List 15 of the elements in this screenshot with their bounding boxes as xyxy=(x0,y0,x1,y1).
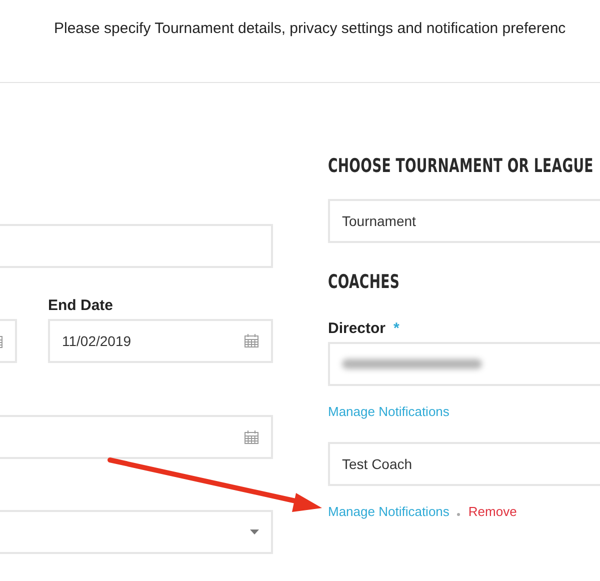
required-mark: * xyxy=(394,320,400,337)
section-heading: COACHES xyxy=(328,271,400,293)
coach-field[interactable]: Test Coach xyxy=(328,442,600,486)
remove-link[interactable]: Remove xyxy=(468,504,517,518)
separator-dot xyxy=(457,512,460,516)
end-date-label: End Date xyxy=(48,297,114,314)
calendar-icon[interactable] xyxy=(244,333,259,348)
director-label: Director xyxy=(328,320,386,337)
section-heading: CHOOSE TOURNAMENT OR LEAGUE xyxy=(328,155,594,177)
caret-icon[interactable] xyxy=(250,530,259,534)
calendar-icon[interactable] xyxy=(244,430,259,444)
tournament-field[interactable]: Tournament xyxy=(328,199,600,243)
instruction-text: Please specify Tournament details, privacy settings and notification preferenc xyxy=(54,20,566,37)
date-field[interactable]: 11/02/2019 xyxy=(48,319,273,363)
director-field[interactable] xyxy=(328,342,600,386)
